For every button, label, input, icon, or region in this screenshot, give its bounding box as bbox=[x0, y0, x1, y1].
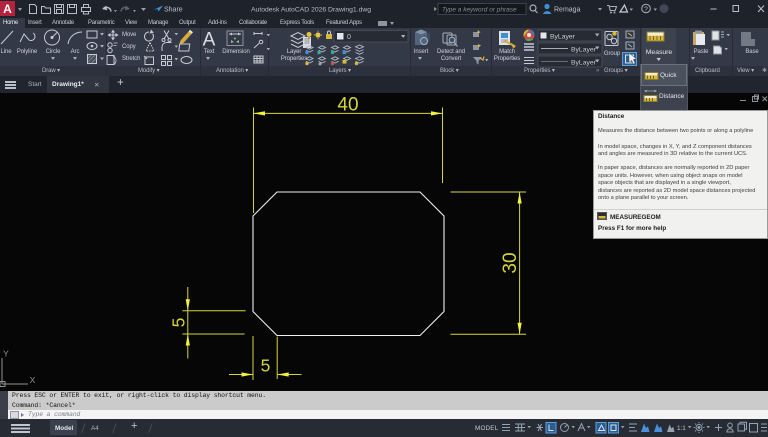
svg-text:5: 5 bbox=[169, 318, 189, 328]
svg-text:30: 30 bbox=[500, 252, 521, 273]
svg-text:Y: Y bbox=[3, 349, 9, 359]
svg-text:40: 40 bbox=[337, 95, 358, 116]
svg-text:0: 0 bbox=[347, 34, 351, 41]
svg-text:1:1: 1:1 bbox=[677, 425, 686, 432]
svg-text:Autodesk AutoCAD 2026: Autodesk AutoCAD 2026 bbox=[251, 7, 326, 14]
svg-text:Remaga: Remaga bbox=[554, 7, 581, 14]
svg-text:5: 5 bbox=[261, 356, 271, 376]
svg-text:ByLayer: ByLayer bbox=[571, 60, 597, 67]
svg-text:Type a keyword or phrase: Type a keyword or phrase bbox=[442, 7, 517, 14]
svg-text:Measure: Measure bbox=[646, 49, 673, 56]
svg-text:ByLayer: ByLayer bbox=[550, 34, 576, 41]
svg-text:ByLayer: ByLayer bbox=[571, 47, 597, 54]
svg-text:Drawing1.dwg: Drawing1.dwg bbox=[328, 7, 371, 14]
svg-text:?: ? bbox=[644, 7, 648, 14]
svg-text:A: A bbox=[3, 2, 12, 16]
svg-text:X: X bbox=[30, 375, 36, 385]
svg-text:A: A bbox=[203, 30, 216, 51]
svg-text:Share: Share bbox=[164, 7, 183, 14]
